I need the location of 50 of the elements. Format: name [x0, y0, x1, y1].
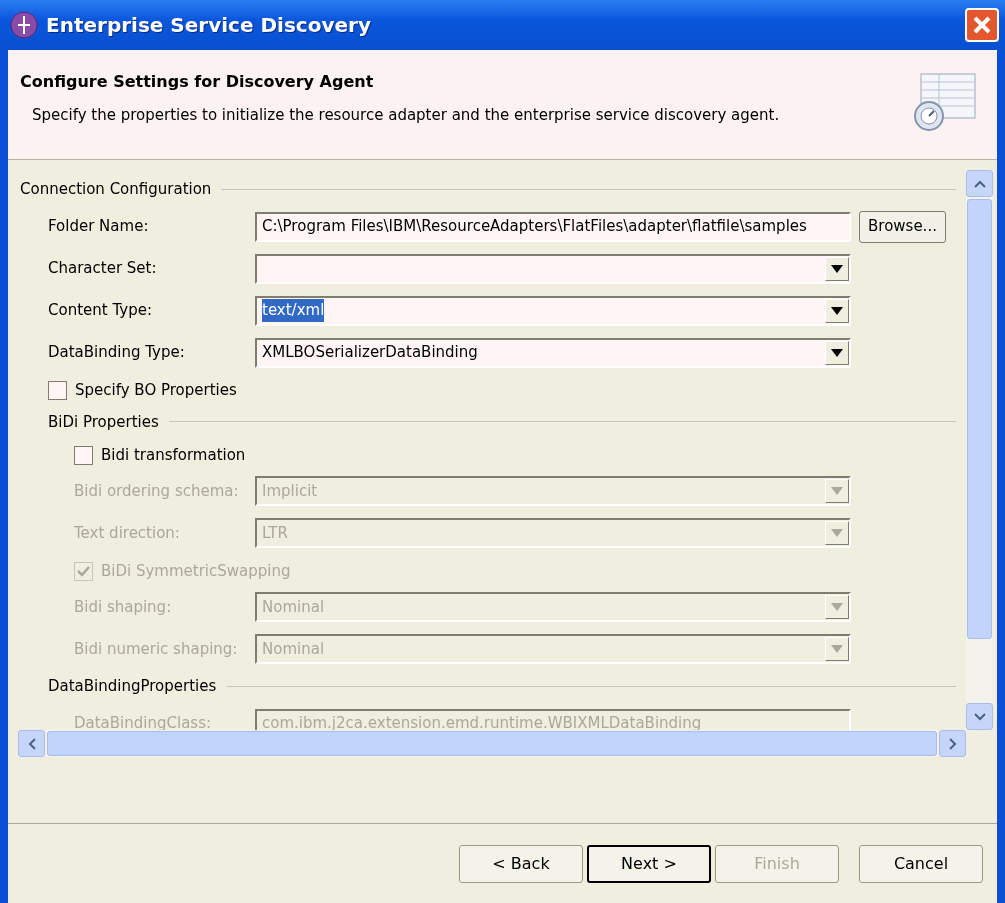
chevron-up-icon [973, 179, 986, 188]
caret-icon [831, 348, 843, 357]
close-button[interactable] [965, 8, 999, 42]
section-title: Connection Configuration [20, 179, 212, 200]
vertical-scrollbar[interactable] [966, 170, 993, 730]
caret-icon [831, 264, 843, 273]
group-title: BiDi Properties [48, 411, 159, 433]
chevron-down-icon [973, 712, 986, 721]
close-icon [971, 14, 993, 36]
chevron-right-icon [948, 737, 957, 750]
dropdown-field[interactable]: XMLBOSerializerDataBinding [255, 337, 851, 368]
dropdown-button[interactable] [825, 256, 849, 281]
caret-icon [831, 306, 843, 315]
field-label: Text direction: [74, 522, 181, 544]
horizontal-scrollbar[interactable] [18, 730, 966, 757]
dropdown-button[interactable] [825, 340, 849, 365]
chevron-left-icon [27, 737, 36, 750]
text-field[interactable]: C:\Program Files\IBM\ResourceAdapters\FlatFiles\adapter\flatfile\samples [255, 211, 851, 242]
group-title: DataBindingProperties [48, 676, 217, 697]
field-label: Bidi numeric shaping: [74, 638, 239, 660]
window-title: Enterprise Service Discovery [46, 12, 371, 39]
field-label: DataBinding Type: [48, 342, 186, 364]
app-icon [10, 11, 38, 39]
field-label: Bidi ordering schema: [74, 480, 240, 502]
field-label: Folder Name: [48, 216, 150, 238]
browse-button[interactable]: Browse... [859, 210, 946, 243]
scroll-up-button[interactable] [966, 170, 993, 197]
scroll-right-button[interactable] [939, 730, 966, 757]
wizard-button[interactable]: < Back [459, 844, 583, 883]
field-label: Character Set: [48, 258, 158, 280]
page-title: Configure Settings for Discovery Agent [20, 71, 375, 93]
dropdown-field[interactable]: text/xml [255, 295, 851, 326]
field-label: Content Type: [48, 300, 153, 322]
checkbox-label: BiDi SymmetricSwapping [101, 560, 291, 582]
wizard-button[interactable]: Next > [587, 844, 711, 883]
wizard-button[interactable]: Cancel [859, 844, 983, 883]
scroll-down-button[interactable] [966, 703, 993, 730]
caret-icon [831, 529, 843, 537]
checkbox[interactable] [48, 381, 67, 400]
field-label: Bidi shaping: [74, 596, 173, 618]
page-description: Specify the properties to initialize the resource adapter and the enterprise service discovery agent. [32, 105, 781, 126]
checkbox[interactable] [74, 445, 93, 465]
scroll-left-button[interactable] [18, 730, 45, 757]
dropdown-button[interactable] [825, 298, 849, 323]
caret-icon [831, 603, 843, 611]
caret-icon [831, 645, 843, 653]
dropdown-field[interactable] [255, 253, 851, 284]
checkbox-label: Specify BO Properties [75, 380, 237, 402]
caret-icon [831, 487, 843, 495]
checkbox-label: Bidi transformation [101, 444, 246, 466]
